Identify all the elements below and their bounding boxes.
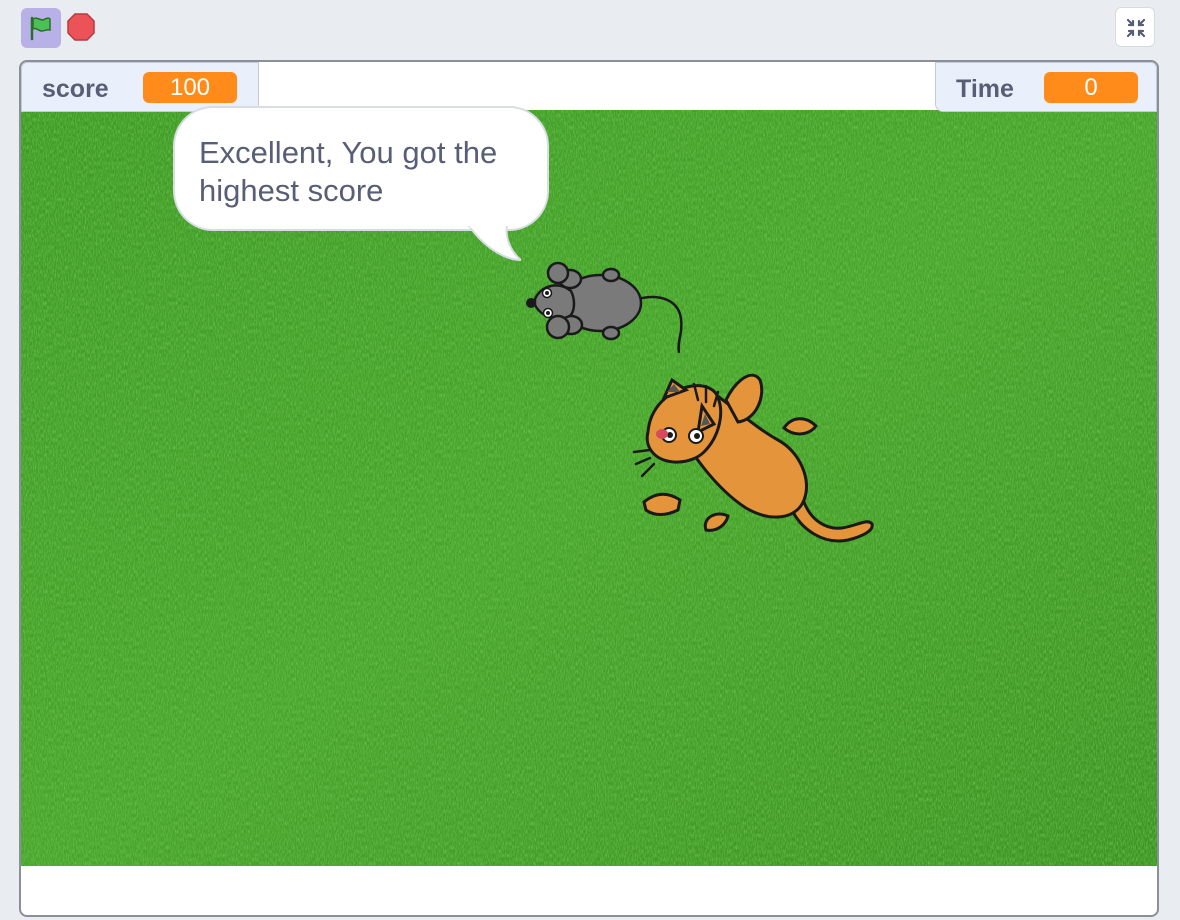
score-monitor: score 100 xyxy=(21,62,259,112)
green-flag-button[interactable] xyxy=(21,8,61,48)
time-label: Time xyxy=(956,75,1014,103)
speech-line-1: Excellent, You got the xyxy=(199,135,498,170)
speech-line-2: highest score xyxy=(199,173,384,208)
exit-fullscreen-icon xyxy=(1126,18,1146,38)
stage[interactable]: score 100 Time 0 Excellent, You got the … xyxy=(19,60,1159,917)
green-flag-icon xyxy=(30,16,51,41)
time-value: 0 xyxy=(1044,72,1138,103)
stop-button[interactable] xyxy=(66,12,96,42)
speech-bubble: Excellent, You got the highest score xyxy=(173,106,549,231)
score-value: 100 xyxy=(143,72,237,103)
score-label: score xyxy=(42,75,109,103)
time-monitor: Time 0 xyxy=(935,62,1157,112)
cat-sprite[interactable] xyxy=(606,340,881,570)
stage-header xyxy=(0,0,1180,56)
exit-fullscreen-button[interactable] xyxy=(1115,7,1155,47)
